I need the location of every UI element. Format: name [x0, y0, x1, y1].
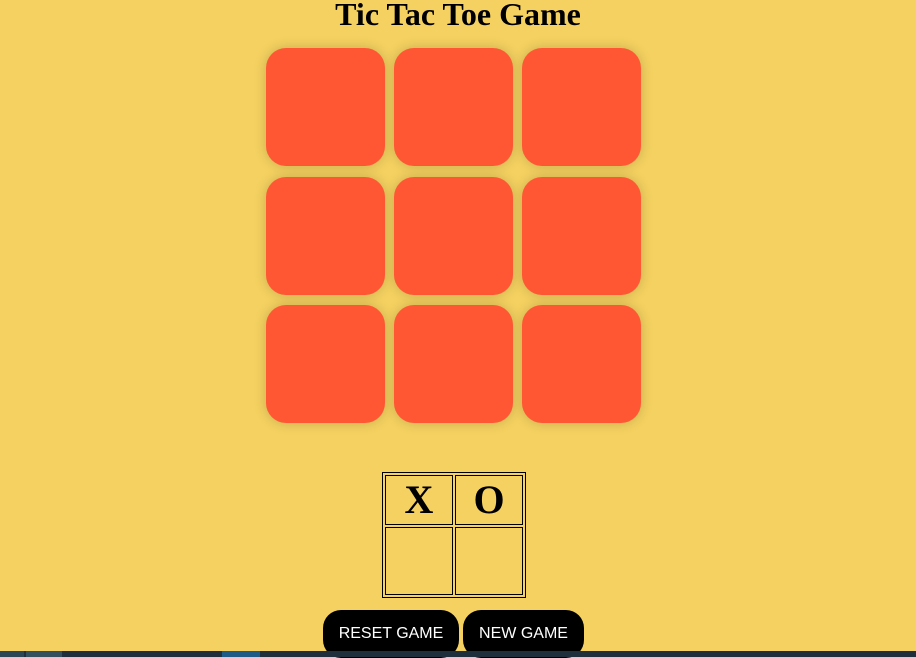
board-cell[interactable]	[522, 305, 641, 423]
taskbar-search-segment[interactable]	[26, 651, 62, 657]
board-cell[interactable]	[266, 305, 385, 423]
score-value-o	[455, 527, 523, 595]
score-header-x: X	[385, 475, 453, 525]
scoreboard-header-row: X O	[385, 475, 523, 525]
taskbar-app-segment[interactable]	[222, 651, 260, 657]
taskbar-start-segment[interactable]	[0, 651, 24, 657]
board-cell[interactable]	[394, 305, 513, 423]
page-title: Tic Tac Toe Game	[335, 0, 581, 32]
board-cell[interactable]	[522, 48, 641, 166]
score-value-x	[385, 527, 453, 595]
taskbar	[0, 651, 916, 657]
board-cell[interactable]	[394, 177, 513, 295]
score-header-o: O	[455, 475, 523, 525]
board-cell[interactable]	[522, 177, 641, 295]
board-cell[interactable]	[266, 177, 385, 295]
game-board	[266, 48, 641, 423]
scoreboard-table: X O	[382, 472, 526, 598]
board-cell[interactable]	[394, 48, 513, 166]
board-cell[interactable]	[266, 48, 385, 166]
scoreboard-value-row	[385, 527, 523, 595]
